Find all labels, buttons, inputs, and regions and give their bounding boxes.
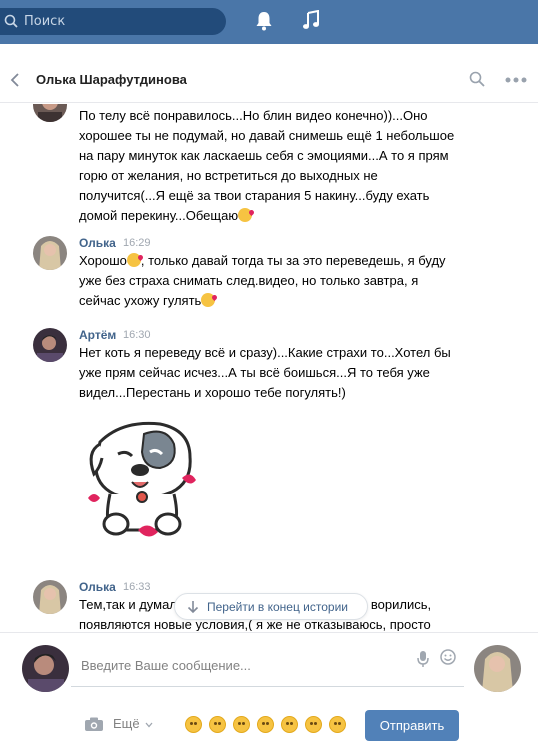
more-attachments-label[interactable]: Ещё [113, 716, 140, 731]
dog-sticker-image [88, 421, 196, 537]
search-icon[interactable] [469, 71, 485, 87]
message-time: 16:33 [123, 581, 151, 593]
kissing-face-emoji [201, 293, 216, 307]
message-input[interactable] [71, 645, 464, 687]
chevron-down-icon[interactable] [145, 722, 153, 728]
winking-tongue-emoji[interactable] [305, 716, 322, 733]
send-button[interactable]: Отправить [365, 710, 459, 741]
jump-to-end-label: Перейти в конец истории [207, 600, 348, 614]
my-avatar[interactable] [22, 645, 69, 692]
message-author[interactable]: Олька [79, 236, 116, 250]
search-input[interactable] [24, 8, 214, 35]
emoji-picker-icon[interactable] [440, 649, 456, 665]
arrow-down-icon [187, 601, 199, 614]
search-box[interactable] [0, 8, 226, 35]
more-options-icon[interactable] [505, 77, 527, 83]
kissing-face-emoji [126, 253, 141, 267]
message-history: По телу всё понравилось...Но блин видео … [0, 104, 538, 631]
pensive-face-emoji[interactable] [257, 716, 274, 733]
message-text: Нет коть я переведу всё и сразу)...Какие… [79, 345, 451, 400]
avatar[interactable] [33, 236, 67, 270]
partner-avatar[interactable] [474, 645, 521, 692]
back-arrow-icon[interactable] [10, 72, 20, 88]
relieved-face-emoji[interactable] [233, 716, 250, 733]
avatar[interactable] [33, 580, 67, 614]
message-text: Хорошо, только давай тогда ты за это пер… [79, 253, 446, 308]
message-time: 16:29 [123, 237, 151, 249]
search-icon [4, 14, 18, 28]
flushed-face-emoji[interactable] [209, 716, 226, 733]
microphone-icon[interactable] [417, 650, 429, 668]
tears-of-joy-emoji[interactable] [281, 716, 298, 733]
smiling-face-emoji[interactable] [185, 716, 202, 733]
kissing-face-emoji [238, 208, 253, 222]
message-author[interactable]: Олька [79, 580, 116, 594]
jump-to-end-button[interactable]: Перейти в конец истории [174, 593, 368, 620]
chat-header: Олька Шарафутдинова [0, 57, 538, 103]
chat-title[interactable]: Олька Шарафутдинова [36, 72, 187, 87]
music-icon[interactable] [302, 10, 320, 30]
message-composer: Ещё Отправить [0, 632, 538, 755]
kissing-face-emoji[interactable] [329, 716, 346, 733]
avatar[interactable] [33, 328, 67, 362]
top-navigation-bar [0, 0, 538, 44]
camera-icon[interactable] [85, 717, 103, 731]
message-time: 16:30 [123, 329, 151, 341]
bell-icon[interactable] [255, 11, 273, 31]
quick-emoji-bar [185, 716, 346, 733]
message-text: По телу всё понравилось...Но блин видео … [79, 108, 455, 223]
avatar[interactable] [33, 104, 67, 122]
message-author[interactable]: Артём [79, 328, 116, 342]
